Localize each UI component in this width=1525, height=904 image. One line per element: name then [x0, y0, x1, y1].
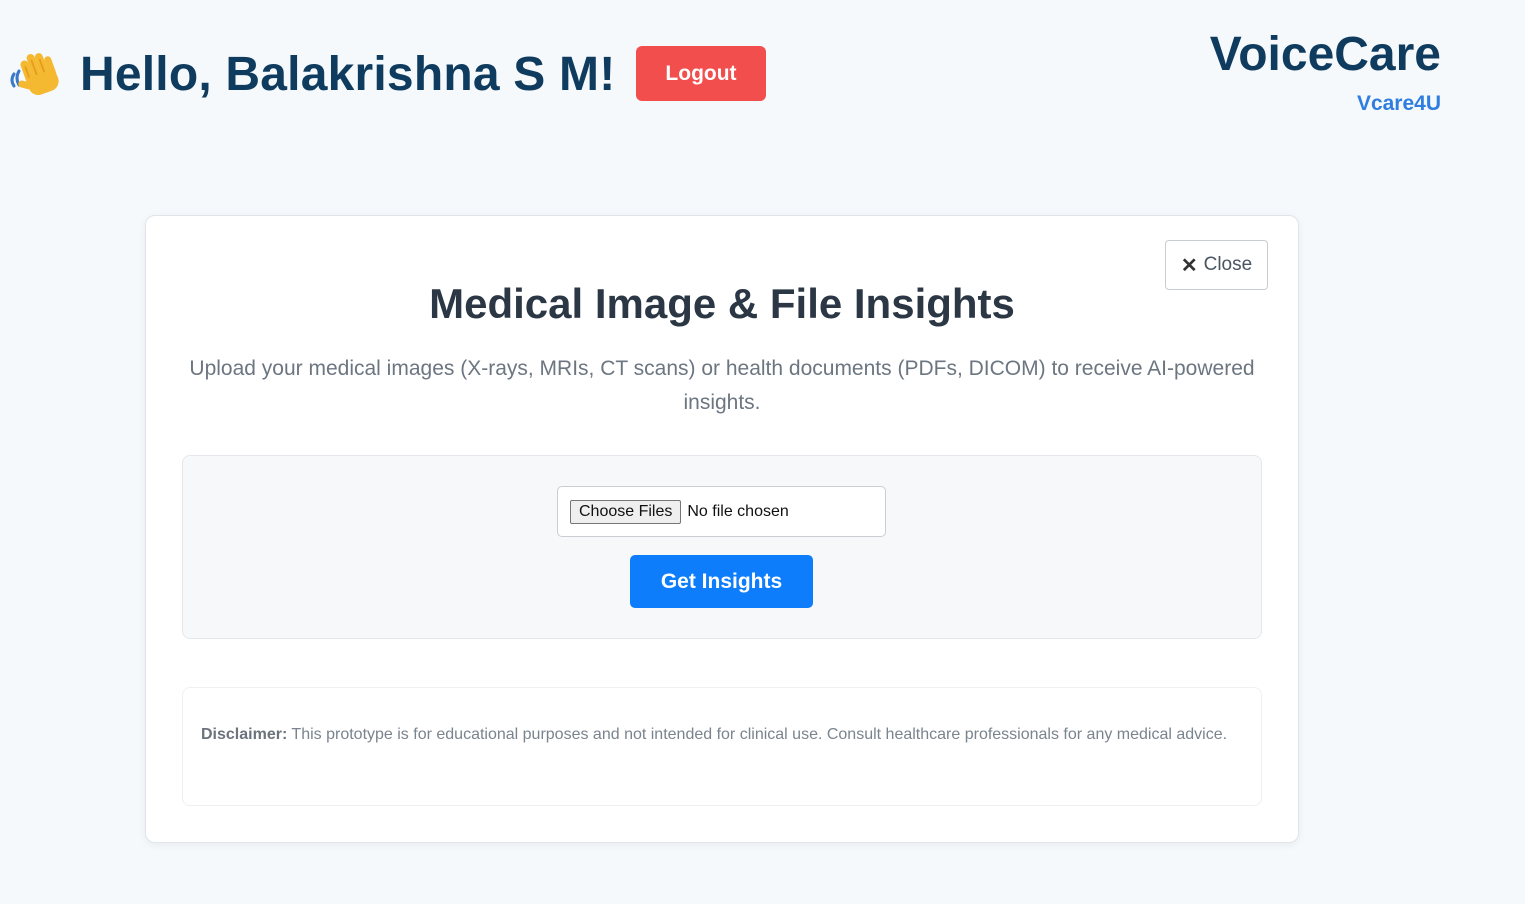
- disclaimer: Disclaimer: This prototype is for educat…: [182, 687, 1262, 806]
- upload-area: Choose Files No file chosen Get Insights: [182, 455, 1262, 639]
- file-status: No file chosen: [687, 502, 789, 520]
- greeting-text: Hello, Balakrishna S M!: [80, 47, 616, 101]
- insights-modal: ✕ Close Medical Image & File Insights Up…: [145, 215, 1299, 843]
- top-header: Hello, Balakrishna S M! Logout VoiceCare…: [0, 0, 1525, 150]
- modal-description: Upload your medical images (X-rays, MRIs…: [189, 357, 1255, 414]
- modal-title: Medical Image & File Insights: [429, 280, 1015, 327]
- brand-tagline: Vcare4U: [1356, 92, 1441, 115]
- waving-hand-icon: [8, 44, 64, 104]
- greeting: Hello, Balakrishna S M!: [8, 44, 615, 104]
- close-label: Close: [1203, 254, 1253, 275]
- choose-files-button[interactable]: Choose Files: [570, 499, 682, 524]
- logout-button[interactable]: Logout: [636, 46, 766, 101]
- close-icon: ✕: [1180, 254, 1198, 277]
- file-input[interactable]: Choose Files No file chosen: [557, 486, 886, 537]
- disclaimer-text: This prototype is for educational purpos…: [291, 726, 1228, 743]
- brand: VoiceCare Vcare4U: [1210, 30, 1441, 116]
- brand-name: VoiceCare: [1209, 28, 1441, 81]
- disclaimer-label: Disclaimer:: [201, 726, 288, 743]
- get-insights-button[interactable]: Get Insights: [630, 555, 813, 608]
